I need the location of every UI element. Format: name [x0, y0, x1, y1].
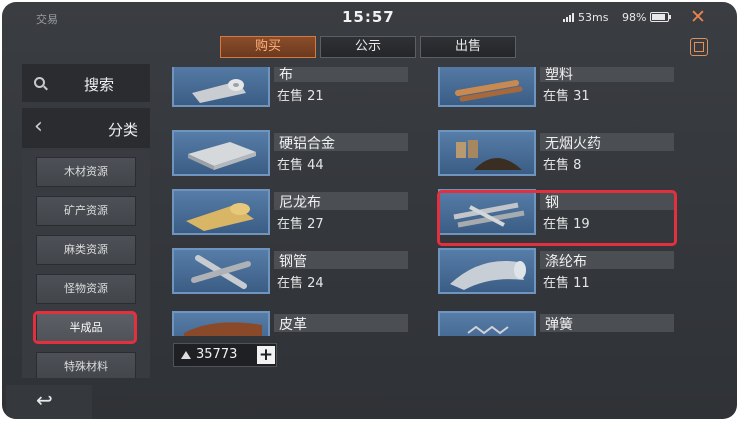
item-count: 在售 8	[543, 158, 582, 173]
ping-label: 53ms	[578, 11, 609, 24]
add-currency-button[interactable]: +	[257, 346, 275, 364]
sidebar-item-monster[interactable]: 怪物资源	[36, 274, 136, 304]
item-name: 硬铝合金	[279, 136, 335, 152]
item-count: 在售 27	[277, 217, 324, 232]
polyester-cloth-icon	[438, 248, 536, 294]
tab-notice[interactable]: 公示	[320, 36, 416, 58]
alloy-plate-icon	[172, 130, 270, 176]
plastic-rods-icon	[438, 67, 536, 107]
signal-icon	[563, 12, 577, 22]
clipboard-icon[interactable]	[690, 38, 708, 56]
item-count: 在售 24	[277, 276, 324, 291]
item-count: 在售 44	[277, 158, 324, 173]
spring-icon	[438, 311, 536, 336]
sidebar-item-ore[interactable]: 矿产资源	[36, 196, 136, 226]
item-count: 在售 21	[277, 89, 324, 104]
search-icon	[34, 77, 45, 88]
close-icon[interactable]: ✕	[690, 6, 706, 28]
item-count: 在售 31	[543, 89, 590, 104]
item-name: 皮革	[279, 317, 307, 333]
item-name: 涤纶布	[545, 254, 587, 270]
nylon-roll-icon	[172, 189, 270, 235]
selection-highlight-item	[437, 190, 677, 246]
item-smokeless-powder[interactable]: 无烟火药 在售 8	[438, 130, 674, 176]
category-label: 分类	[108, 121, 139, 139]
steel-pipe-icon	[172, 248, 270, 294]
search-label: 搜索	[84, 76, 115, 94]
item-cloth[interactable]: 布 在售 21	[172, 67, 408, 107]
sidebar-item-wood[interactable]: 木材资源	[36, 157, 136, 187]
sidebar-item-hemp[interactable]: 麻类资源	[36, 235, 136, 265]
chevron-left-icon: ‹	[34, 114, 43, 139]
status-bar: 交易 15:57 53ms 98% ✕	[2, 2, 737, 36]
battery-icon	[650, 12, 671, 22]
item-name: 无烟火药	[545, 136, 601, 152]
currency-amount: 35773	[196, 347, 238, 362]
item-name: 布	[279, 67, 293, 83]
gunpowder-icon	[438, 130, 536, 176]
gold-ingot-icon	[181, 351, 191, 359]
item-name: 尼龙布	[279, 195, 321, 211]
item-count: 在售 11	[543, 276, 590, 291]
return-icon: ↩	[36, 388, 53, 412]
trade-tabs: 购买 公示 出售	[220, 36, 520, 58]
currency-display: 35773 +	[173, 343, 277, 367]
category-header[interactable]: ‹ 分类	[22, 108, 150, 148]
search-button[interactable]: 搜索	[22, 64, 150, 102]
back-button[interactable]: ↩	[6, 385, 92, 419]
app-title: 交易	[36, 13, 58, 26]
item-steel-pipe[interactable]: 钢管 在售 24	[172, 248, 408, 294]
clock: 15:57	[342, 8, 395, 26]
tab-buy[interactable]: 购买	[220, 36, 316, 58]
leather-icon	[172, 311, 270, 336]
trade-window: 交易 15:57 53ms 98% ✕ 购买 公示 出售 搜索 ‹ 分类 木材资…	[2, 2, 737, 419]
sidebar-item-special[interactable]: 特殊材料	[36, 352, 136, 378]
selection-highlight-category	[33, 311, 137, 344]
battery-percent: 98%	[622, 11, 647, 24]
item-name: 弹簧	[545, 317, 573, 333]
cloth-roll-icon	[172, 67, 270, 107]
item-polyester-cloth[interactable]: 涤纶布 在售 11	[438, 248, 674, 294]
item-nylon-cloth[interactable]: 尼龙布 在售 27	[172, 189, 408, 235]
item-leather[interactable]: 皮革	[172, 311, 408, 336]
item-aluminum-alloy[interactable]: 硬铝合金 在售 44	[172, 130, 408, 176]
item-name: 钢管	[279, 254, 307, 270]
item-name: 塑料	[545, 67, 573, 83]
item-spring[interactable]: 弹簧	[438, 311, 674, 336]
item-plastic[interactable]: 塑料 在售 31	[438, 67, 674, 107]
tab-sell[interactable]: 出售	[420, 36, 516, 58]
